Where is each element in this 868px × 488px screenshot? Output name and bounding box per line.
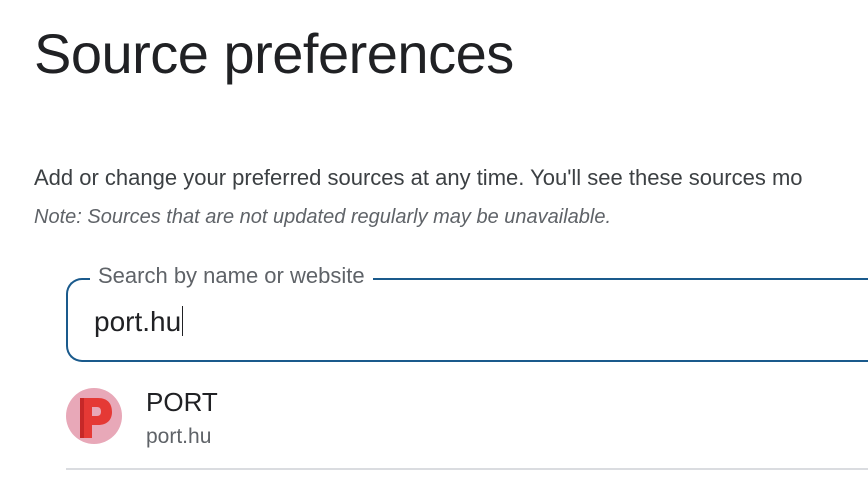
search-result-item[interactable]: PORT port.hu [66,380,868,468]
search-field-outline[interactable] [66,278,868,362]
search-field-label: Search by name or website [90,262,373,290]
port-logo-icon [80,398,112,438]
source-logo-icon [66,388,122,444]
result-divider [66,468,868,470]
page-description: Add or change your preferred sources at … [34,165,803,190]
page-note: Note: Sources that are not updated regul… [34,206,612,228]
page-title: Source preferences [34,22,514,85]
search-input[interactable]: port.hu [94,304,184,340]
text-caret [182,306,184,336]
source-url: port.hu [146,425,212,448]
source-preferences-page: Source preferences Add or change your pr… [0,0,868,488]
source-name: PORT [146,387,218,417]
search-input-value: port.hu [94,306,182,337]
